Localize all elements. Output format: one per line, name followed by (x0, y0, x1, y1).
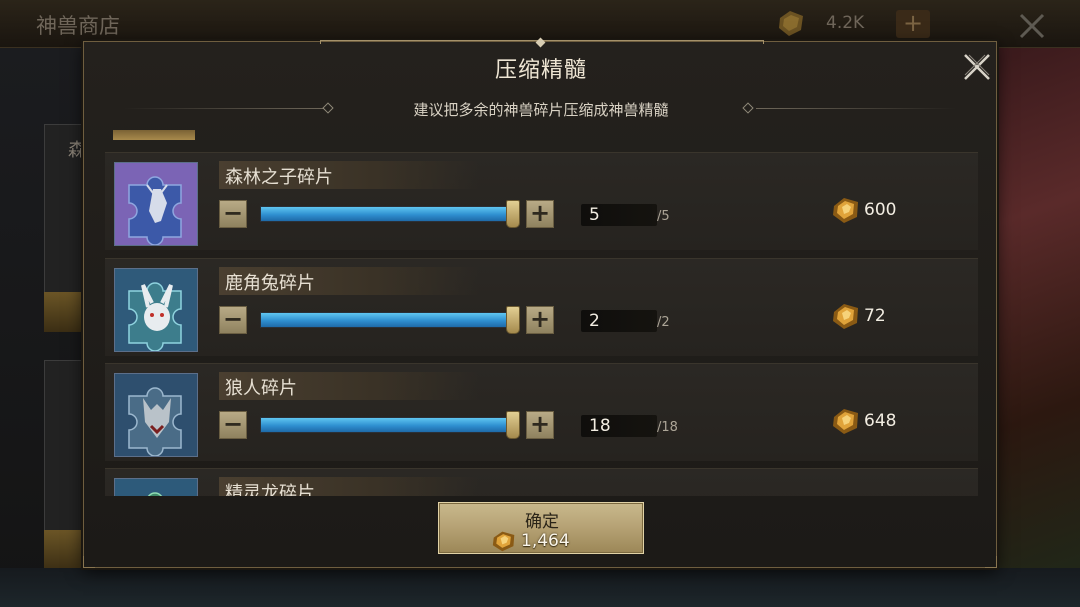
shop-title: 神兽商店 (36, 14, 120, 38)
fragment-name: 鹿角兔碎片 (225, 273, 315, 294)
quantity-slider-handle[interactable] (506, 411, 520, 439)
fairy-dragon-fragment-icon (114, 478, 198, 496)
fragment-name-band: 森林之子碎片 (219, 161, 479, 189)
quantity-field[interactable]: 18 (581, 415, 657, 437)
fragment-row: 精灵龙碎片 (105, 468, 978, 496)
compress-essence-dialog: 压缩精髓 建议把多余的神兽碎片压缩成神兽精髓 森林之子碎片 − + 5 /5 6… (83, 37, 997, 568)
shop-character-art (996, 48, 1080, 607)
quantity-slider-track[interactable] (260, 417, 515, 433)
quantity-slider-track[interactable] (260, 206, 515, 222)
shop-add-currency-button[interactable]: + (896, 10, 930, 38)
amber-essence-icon (779, 11, 803, 36)
close-x-icon[interactable] (961, 51, 993, 83)
fragment-list-previous-item-edge (113, 130, 195, 140)
dialog-corner-ornament (985, 556, 997, 568)
quantity-field[interactable]: 2 (581, 310, 657, 332)
quantity-value: 5 (589, 205, 600, 225)
antler-rabbit-fragment-icon (114, 268, 198, 352)
quantity-max: /18 (657, 420, 678, 435)
decrease-quantity-button[interactable]: − (219, 411, 247, 439)
dialog-subtitle: 建议把多余的神兽碎片压缩成神兽精髓 (413, 101, 669, 119)
increase-quantity-button[interactable]: + (526, 200, 554, 228)
quantity-value: 2 (589, 311, 600, 331)
shop-close-icon[interactable] (1018, 12, 1046, 40)
werewolf-fragment-icon (114, 373, 198, 457)
confirm-button[interactable]: 确定 1,464 (438, 502, 644, 554)
fragment-name-band: 精灵龙碎片 (219, 477, 479, 496)
dialog-title: 压缩精髓 (494, 58, 587, 83)
fragment-name: 森林之子碎片 (225, 167, 333, 188)
fragment-row: 森林之子碎片 − + 5 /5 600 (105, 152, 978, 250)
fragment-list[interactable]: 森林之子碎片 − + 5 /5 600 鹿角兔碎片 − + 2 /2 72 狼人… (105, 130, 978, 496)
quantity-slider-handle[interactable] (506, 306, 520, 334)
fragment-row: 鹿角兔碎片 − + 2 /2 72 (105, 258, 978, 356)
decrease-quantity-button[interactable]: − (219, 200, 247, 228)
amber-essence-icon (833, 409, 858, 434)
quantity-slider-handle[interactable] (506, 200, 520, 228)
quantity-max: /2 (657, 315, 670, 330)
decrease-quantity-button[interactable]: − (219, 306, 247, 334)
quantity-field[interactable]: 5 (581, 204, 657, 226)
quantity-slider-fill (261, 418, 514, 432)
quantity-slider-fill (261, 207, 514, 221)
increase-quantity-button[interactable]: + (526, 306, 554, 334)
quantity-slider-track[interactable] (260, 312, 515, 328)
amber-essence-icon (833, 198, 858, 223)
shop-footer (0, 568, 1080, 607)
essence-reward-value: 648 (864, 411, 897, 431)
quantity-max: /5 (657, 209, 670, 224)
subtitle-deco-line-right (756, 108, 956, 109)
essence-reward-value: 72 (864, 306, 886, 326)
shop-currency-value: 4.2K (826, 13, 865, 33)
confirm-cost-value: 1,464 (521, 531, 570, 551)
fragment-name: 精灵龙碎片 (225, 483, 315, 496)
essence-reward-value: 600 (864, 200, 897, 220)
confirm-label: 确定 (525, 512, 559, 532)
increase-quantity-button[interactable]: + (526, 411, 554, 439)
amber-essence-icon (833, 304, 858, 329)
fragment-name-band: 鹿角兔碎片 (219, 267, 479, 295)
quantity-slider-fill (261, 313, 514, 327)
fragment-row: 狼人碎片 − + 18 /18 648 (105, 363, 978, 461)
quantity-value: 18 (589, 416, 611, 436)
fragment-name-band: 狼人碎片 (219, 372, 479, 400)
dialog-corner-ornament (83, 556, 95, 568)
forest-child-fragment-icon (114, 162, 198, 246)
fragment-name: 狼人碎片 (225, 378, 297, 399)
amber-essence-icon (492, 531, 515, 552)
